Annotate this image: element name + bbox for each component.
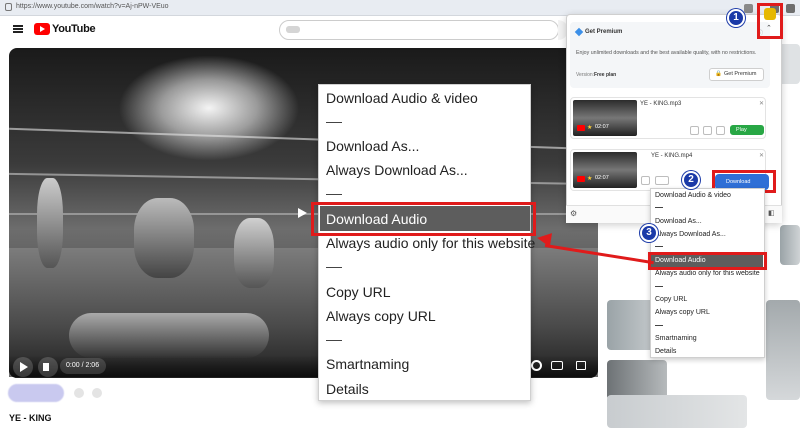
menu-item-always-copy-url[interactable]: Always copy URL	[655, 309, 710, 316]
card-filename: YE - KING.mp3	[640, 101, 682, 107]
menu-item-download-as[interactable]: Download As...	[326, 138, 419, 154]
menu-item-download-as[interactable]: Download As...	[655, 218, 702, 225]
refresh-icon[interactable]	[690, 126, 699, 135]
wrestler-figure	[69, 313, 269, 358]
menu-item-always-audio-only[interactable]: Always audio only for this website	[326, 235, 535, 251]
url-text[interactable]: https://www.youtube.com/watch?v=Aj-nPW-V…	[16, 3, 169, 10]
settings-icon[interactable]: ⚙	[570, 209, 577, 218]
step-badge: 3	[640, 224, 658, 242]
step-badge: 2	[682, 171, 700, 189]
menu-separator	[655, 286, 663, 287]
close-icon[interactable]: ✕	[759, 100, 764, 107]
menu-separator	[655, 246, 663, 247]
share-icon[interactable]	[92, 388, 102, 398]
menu-item-download-audio-video[interactable]: Download Audio & video	[655, 192, 731, 199]
chevron-up-icon[interactable]: ⌃	[766, 24, 772, 32]
center-play-icon[interactable]	[298, 208, 307, 218]
menu-separator	[326, 267, 342, 268]
menu-item-download-audio-video[interactable]: Download Audio & video	[326, 90, 478, 106]
premium-text: Enjoy unlimited downloads and the best a…	[576, 50, 757, 56]
sidebar-toggle-icon[interactable]: ◧	[768, 209, 775, 217]
video-title: YE - KING	[9, 413, 52, 423]
recommendation-thumb[interactable]	[607, 395, 747, 428]
fullscreen-icon[interactable]	[576, 361, 586, 370]
version-value: Free plan	[594, 72, 617, 78]
youtube-logo-text[interactable]: YouTube	[52, 23, 96, 35]
menu-separator	[655, 207, 663, 208]
youtube-logo-icon[interactable]	[34, 23, 50, 35]
menu-separator	[655, 325, 663, 326]
star-icon: ★	[587, 176, 593, 182]
search-placeholder-blur	[286, 26, 300, 33]
wrestler-figure	[234, 218, 274, 288]
premium-title: Get Premium	[585, 29, 623, 35]
miniplayer-icon[interactable]	[551, 361, 563, 370]
trash-icon[interactable]	[703, 126, 712, 135]
quality-chip[interactable]	[655, 176, 669, 185]
play-label[interactable]: Play	[736, 127, 747, 133]
extension-icon[interactable]	[744, 4, 753, 13]
settings-gear-icon[interactable]	[531, 360, 542, 371]
time-text: 0:00 / 2:06	[66, 362, 100, 369]
edit-icon[interactable]	[641, 176, 650, 185]
arrow-head-icon	[535, 230, 553, 248]
channel-chip[interactable]	[8, 384, 64, 402]
wrestler-figure	[134, 198, 194, 278]
version-label: Version:	[576, 72, 595, 78]
menu-separator	[326, 122, 342, 123]
card-duration: 02:07	[595, 175, 609, 181]
star-icon: ★	[587, 125, 593, 131]
play-button[interactable]	[13, 357, 33, 377]
recommendation-thumb[interactable]	[607, 360, 667, 400]
recommendation-thumb[interactable]	[766, 300, 800, 400]
menu-icon[interactable]	[13, 25, 23, 33]
highlight-frame	[311, 202, 536, 236]
menu-item-always-audio-only[interactable]: Always audio only for this website	[655, 270, 760, 277]
youtube-mini-icon	[577, 176, 585, 182]
menu-separator	[326, 340, 342, 341]
lock-small-icon: 🔒	[715, 71, 722, 77]
print-icon[interactable]	[716, 126, 725, 135]
menu-item-always-download-as[interactable]: Always Download As...	[655, 231, 726, 238]
video-thumbnail	[573, 152, 637, 188]
menu-item-details[interactable]: Details	[326, 381, 369, 397]
youtube-mini-icon	[577, 125, 585, 131]
menu-item-smartnaming[interactable]: Smartnaming	[655, 335, 697, 342]
menu-item-always-copy-url[interactable]: Always copy URL	[326, 308, 436, 324]
menu-item-copy-url[interactable]: Copy URL	[655, 296, 687, 303]
card-duration: 02:07	[595, 124, 609, 130]
menu-separator	[326, 194, 342, 195]
get-premium-label[interactable]: Get Premium	[724, 71, 756, 77]
profile-icon[interactable]	[786, 4, 795, 13]
recommendation-thumb[interactable]	[780, 225, 800, 265]
menu-item-details[interactable]: Details	[655, 348, 676, 355]
menu-item-smartnaming[interactable]: Smartnaming	[326, 356, 409, 372]
downloader-extension-icon[interactable]	[764, 8, 776, 20]
lock-icon	[5, 3, 12, 11]
wrestler-figure	[37, 178, 63, 268]
menu-item-copy-url[interactable]: Copy URL	[326, 284, 391, 300]
volume-button[interactable]	[38, 357, 58, 377]
close-icon[interactable]: ✕	[759, 152, 764, 159]
like-icon[interactable]	[74, 388, 84, 398]
search-input[interactable]	[279, 20, 559, 40]
highlight-frame	[648, 252, 767, 270]
menu-item-always-download-as[interactable]: Always Download As...	[326, 162, 468, 178]
card-filename: YE - KING.mp4	[651, 153, 693, 159]
step-badge: 1	[727, 9, 745, 27]
